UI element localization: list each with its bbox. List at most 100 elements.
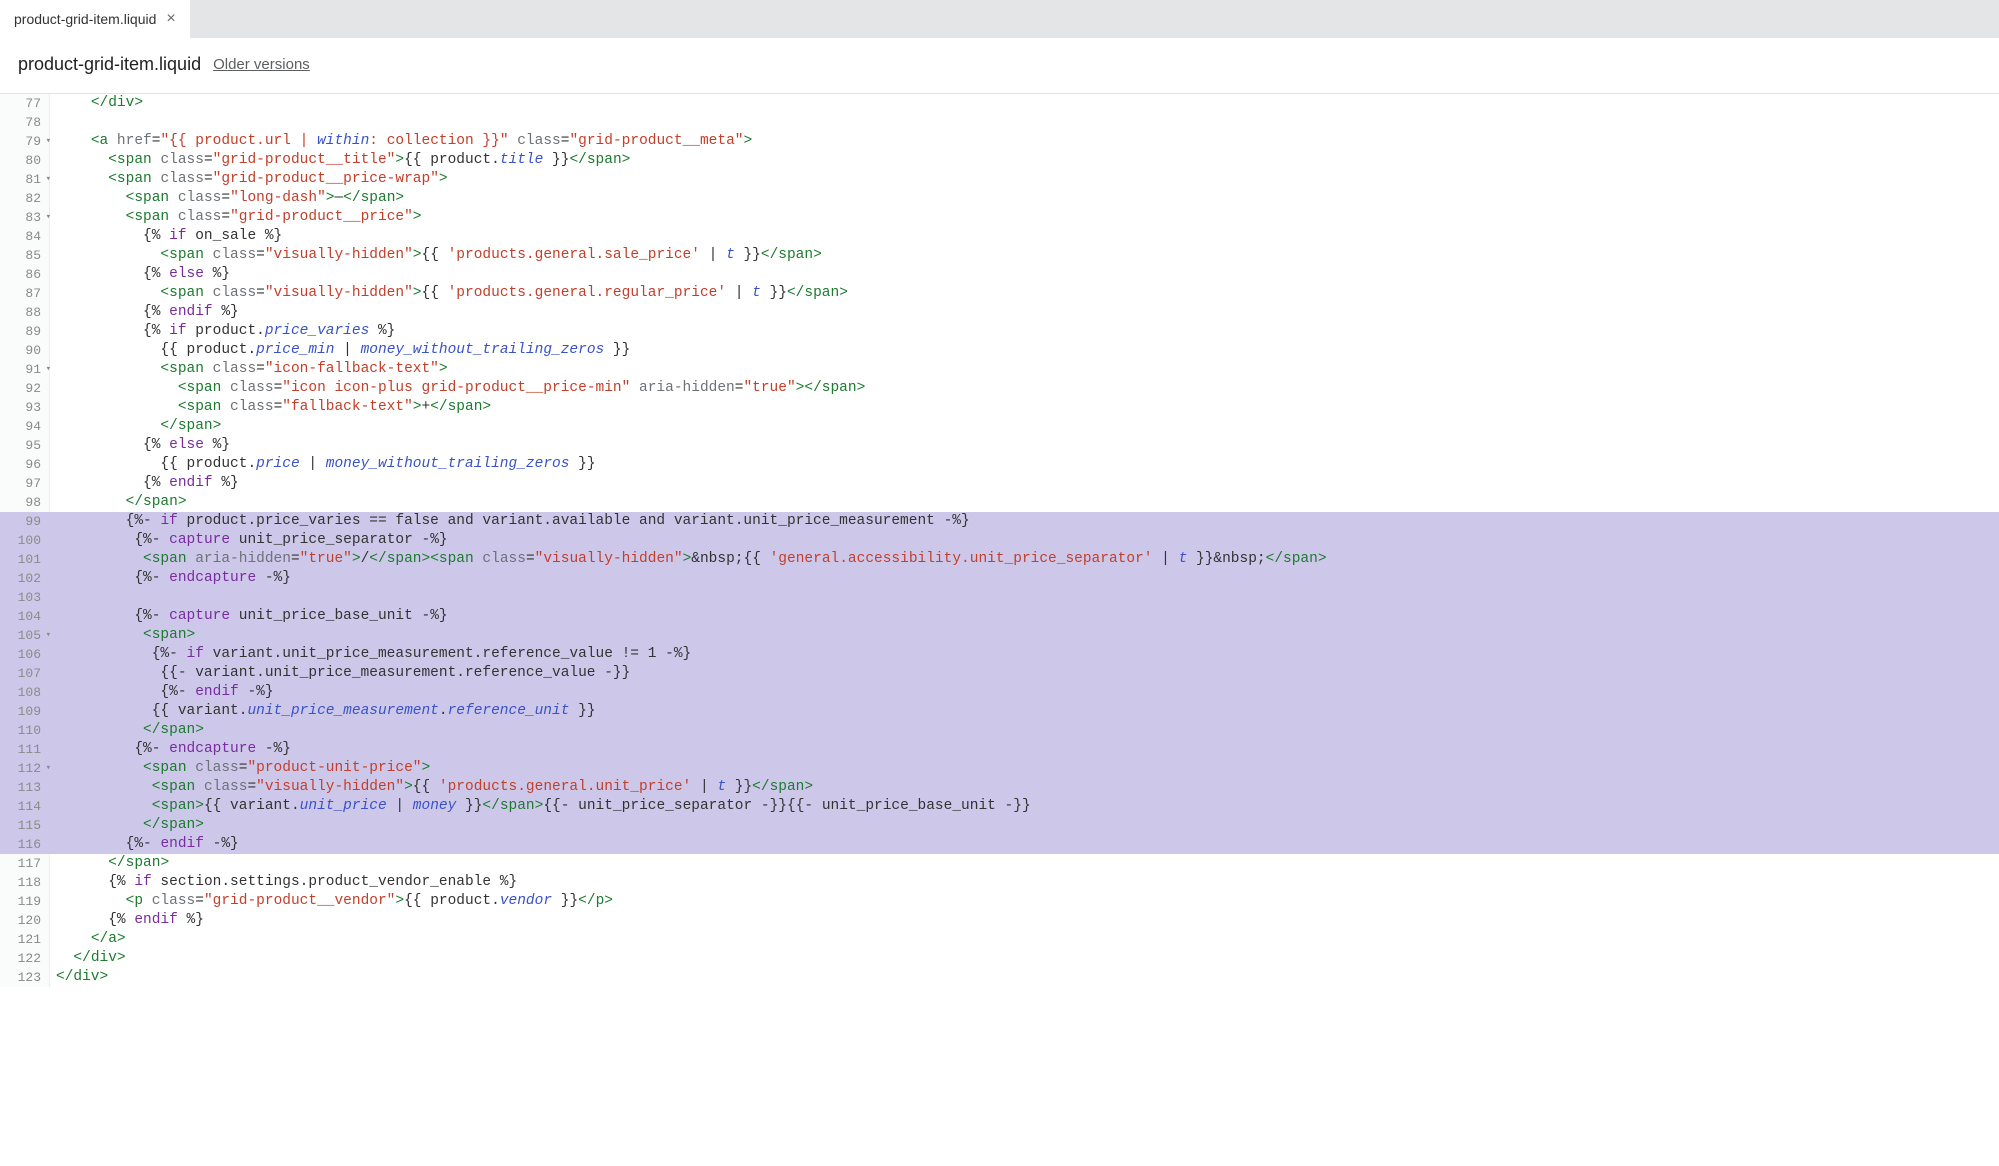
code-line[interactable]: 123</div>: [0, 968, 1999, 987]
code-content[interactable]: {{- variant.unit_price_measurement.refer…: [50, 664, 1999, 683]
code-line[interactable]: 122 </div>: [0, 949, 1999, 968]
code-content[interactable]: {{ variant.unit_price_measurement.refere…: [50, 702, 1999, 721]
chevron-down-icon[interactable]: ▾: [46, 626, 51, 645]
code-line[interactable]: 103: [0, 588, 1999, 607]
code-content[interactable]: {% if section.settings.product_vendor_en…: [50, 873, 1999, 892]
chevron-down-icon[interactable]: ▾: [46, 170, 51, 189]
code-content[interactable]: <span class="grid-product__price">: [50, 208, 1999, 227]
code-line[interactable]: 88 {% endif %}: [0, 303, 1999, 322]
code-content[interactable]: {% if product.price_varies %}: [50, 322, 1999, 341]
code-content[interactable]: {%- if product.price_varies == false and…: [50, 512, 1999, 531]
code-line[interactable]: 105▾ <span>: [0, 626, 1999, 645]
code-content[interactable]: {{ product.price_min | money_without_tra…: [50, 341, 1999, 360]
code-content[interactable]: </span>: [50, 816, 1999, 835]
code-content[interactable]: </div>: [50, 949, 1999, 968]
chevron-down-icon[interactable]: ▾: [46, 208, 51, 227]
code-content[interactable]: {% else %}: [50, 436, 1999, 455]
chevron-down-icon[interactable]: ▾: [46, 360, 51, 379]
code-line[interactable]: 92 <span class="icon icon-plus grid-prod…: [0, 379, 1999, 398]
code-content[interactable]: {% endif %}: [50, 474, 1999, 493]
code-content[interactable]: </span>: [50, 417, 1999, 436]
code-content[interactable]: <span class="visually-hidden">{{ 'produc…: [50, 284, 1999, 303]
code-line[interactable]: 85 <span class="visually-hidden">{{ 'pro…: [0, 246, 1999, 265]
code-content[interactable]: <span class="visually-hidden">{{ 'produc…: [50, 778, 1999, 797]
code-line[interactable]: 101 <span aria-hidden="true">/</span><sp…: [0, 550, 1999, 569]
code-line[interactable]: 113 <span class="visually-hidden">{{ 'pr…: [0, 778, 1999, 797]
code-content[interactable]: <span class="grid-product__price-wrap">: [50, 170, 1999, 189]
code-content[interactable]: <span class="icon-fallback-text">: [50, 360, 1999, 379]
code-line[interactable]: 84 {% if on_sale %}: [0, 227, 1999, 246]
code-line[interactable]: 109 {{ variant.unit_price_measurement.re…: [0, 702, 1999, 721]
code-line[interactable]: 95 {% else %}: [0, 436, 1999, 455]
code-content[interactable]: </div>: [50, 968, 1999, 987]
code-content[interactable]: <span class="icon icon-plus grid-product…: [50, 379, 1999, 398]
code-content[interactable]: </span>: [50, 721, 1999, 740]
code-line[interactable]: 111 {%- endcapture -%}: [0, 740, 1999, 759]
code-editor[interactable]: 77 </div>78 79▾ <a href="{{ product.url …: [0, 94, 1999, 987]
code-content[interactable]: {%- endcapture -%}: [50, 569, 1999, 588]
code-content[interactable]: {%- if variant.unit_price_measurement.re…: [50, 645, 1999, 664]
code-line[interactable]: 82 <span class="long-dash">—</span>: [0, 189, 1999, 208]
code-line[interactable]: 115 </span>: [0, 816, 1999, 835]
code-content[interactable]: <span class="visually-hidden">{{ 'produc…: [50, 246, 1999, 265]
code-line[interactable]: 110 </span>: [0, 721, 1999, 740]
code-content[interactable]: <span class="product-unit-price">: [50, 759, 1999, 778]
code-content[interactable]: {%- endif -%}: [50, 835, 1999, 854]
code-content[interactable]: {% endif %}: [50, 911, 1999, 930]
code-content[interactable]: {%- endif -%}: [50, 683, 1999, 702]
code-line[interactable]: 121 </a>: [0, 930, 1999, 949]
code-line[interactable]: 100 {%- capture unit_price_separator -%}: [0, 531, 1999, 550]
code-line[interactable]: 118 {% if section.settings.product_vendo…: [0, 873, 1999, 892]
tab-file[interactable]: product-grid-item.liquid ×: [0, 0, 191, 38]
code-content[interactable]: {% if on_sale %}: [50, 227, 1999, 246]
code-line[interactable]: 114 <span>{{ variant.unit_price | money …: [0, 797, 1999, 816]
code-content[interactable]: {%- capture unit_price_separator -%}: [50, 531, 1999, 550]
code-line[interactable]: 120 {% endif %}: [0, 911, 1999, 930]
code-line[interactable]: 90 {{ product.price_min | money_without_…: [0, 341, 1999, 360]
code-line[interactable]: 96 {{ product.price | money_without_trai…: [0, 455, 1999, 474]
code-line[interactable]: 83▾ <span class="grid-product__price">: [0, 208, 1999, 227]
code-line[interactable]: 108 {%- endif -%}: [0, 683, 1999, 702]
code-line[interactable]: 89 {% if product.price_varies %}: [0, 322, 1999, 341]
code-content[interactable]: <span aria-hidden="true">/</span><span c…: [50, 550, 1999, 569]
code-content[interactable]: <span class="grid-product__title">{{ pro…: [50, 151, 1999, 170]
code-content[interactable]: <span>: [50, 626, 1999, 645]
code-line[interactable]: 86 {% else %}: [0, 265, 1999, 284]
code-line[interactable]: 107 {{- variant.unit_price_measurement.r…: [0, 664, 1999, 683]
chevron-down-icon[interactable]: ▾: [46, 759, 51, 778]
code-content[interactable]: {{ product.price | money_without_trailin…: [50, 455, 1999, 474]
code-line[interactable]: 104 {%- capture unit_price_base_unit -%}: [0, 607, 1999, 626]
code-content[interactable]: [50, 588, 1999, 607]
code-line[interactable]: 99 {%- if product.price_varies == false …: [0, 512, 1999, 531]
code-content[interactable]: {%- capture unit_price_base_unit -%}: [50, 607, 1999, 626]
code-line[interactable]: 117 </span>: [0, 854, 1999, 873]
code-content[interactable]: [50, 113, 1999, 132]
code-line[interactable]: 77 </div>: [0, 94, 1999, 113]
code-line[interactable]: 79▾ <a href="{{ product.url | within: co…: [0, 132, 1999, 151]
code-content[interactable]: {% endif %}: [50, 303, 1999, 322]
close-icon[interactable]: ×: [166, 10, 175, 28]
code-line[interactable]: 119 <p class="grid-product__vendor">{{ p…: [0, 892, 1999, 911]
code-line[interactable]: 98 </span>: [0, 493, 1999, 512]
code-line[interactable]: 87 <span class="visually-hidden">{{ 'pro…: [0, 284, 1999, 303]
code-content[interactable]: </span>: [50, 854, 1999, 873]
code-line[interactable]: 94 </span>: [0, 417, 1999, 436]
code-line[interactable]: 116 {%- endif -%}: [0, 835, 1999, 854]
code-line[interactable]: 78: [0, 113, 1999, 132]
code-content[interactable]: </span>: [50, 493, 1999, 512]
code-content[interactable]: {%- endcapture -%}: [50, 740, 1999, 759]
code-line[interactable]: 97 {% endif %}: [0, 474, 1999, 493]
code-content[interactable]: {% else %}: [50, 265, 1999, 284]
code-line[interactable]: 81▾ <span class="grid-product__price-wra…: [0, 170, 1999, 189]
code-line[interactable]: 102 {%- endcapture -%}: [0, 569, 1999, 588]
chevron-down-icon[interactable]: ▾: [46, 132, 51, 151]
code-line[interactable]: 93 <span class="fallback-text">+</span>: [0, 398, 1999, 417]
code-line[interactable]: 106 {%- if variant.unit_price_measuremen…: [0, 645, 1999, 664]
code-content[interactable]: <p class="grid-product__vendor">{{ produ…: [50, 892, 1999, 911]
code-content[interactable]: </a>: [50, 930, 1999, 949]
code-content[interactable]: <a href="{{ product.url | within: collec…: [50, 132, 1999, 151]
code-line[interactable]: 91▾ <span class="icon-fallback-text">: [0, 360, 1999, 379]
code-content[interactable]: <span>{{ variant.unit_price | money }}</…: [50, 797, 1999, 816]
code-content[interactable]: </div>: [50, 94, 1999, 113]
code-content[interactable]: <span class="fallback-text">+</span>: [50, 398, 1999, 417]
